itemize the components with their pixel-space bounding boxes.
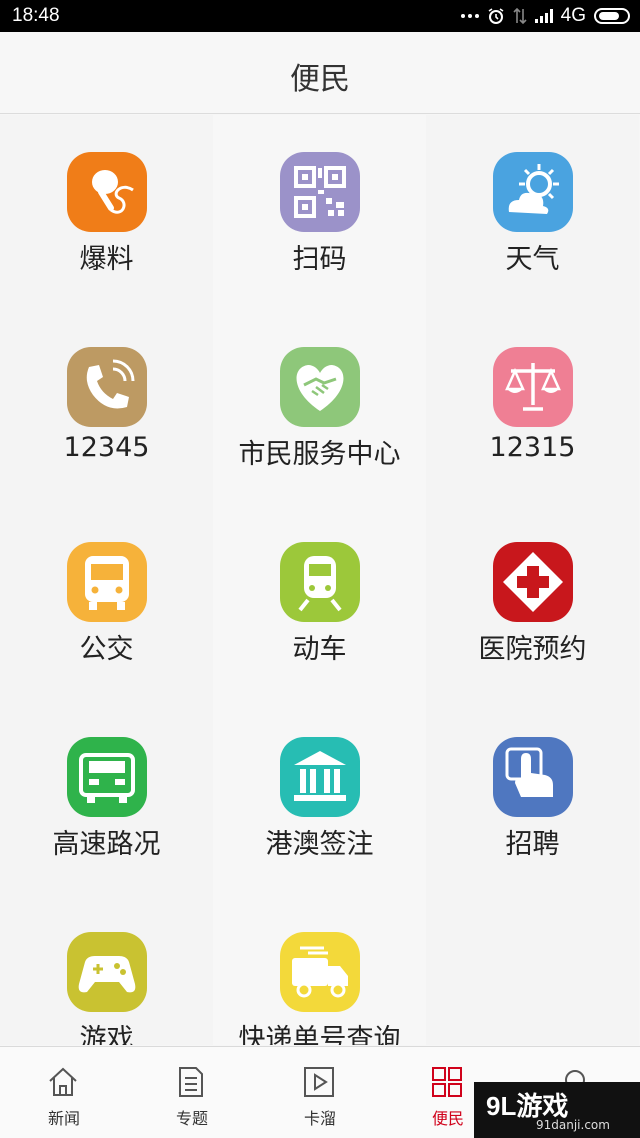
service-item-scan[interactable]: 扫码 [213, 115, 426, 310]
bus-icon [67, 542, 147, 622]
phone-icon [67, 347, 147, 427]
status-bar: 18:48 4G [0, 0, 640, 32]
nav-label: 卡溜 [303, 1109, 336, 1128]
play-icon [304, 1067, 334, 1097]
service-item-12345[interactable]: 12345 [0, 310, 213, 505]
service-grid: 爆料 扫码 天气 12345 市民服务中心 12315 公交 动车 医院预约 高… [0, 115, 640, 1045]
train-icon [280, 542, 360, 622]
service-label: 高速路况 [52, 829, 161, 860]
service-item-12315[interactable]: 12315 [426, 310, 639, 505]
service-item-jobs[interactable]: 招聘 [426, 700, 639, 895]
service-label: 天气 [505, 244, 560, 275]
service-item-express-tracking[interactable]: 快递单号查询 [213, 895, 426, 1045]
service-label: 招聘 [505, 829, 560, 860]
scales-icon [493, 347, 573, 427]
service-item-highway[interactable]: 高速路况 [0, 700, 213, 895]
delivery-truck-icon [280, 932, 360, 1012]
nav-item-topics[interactable]: 专题 [128, 1047, 256, 1138]
nav-label: 专题 [175, 1109, 208, 1128]
service-item-hospital[interactable]: 医院预约 [426, 505, 639, 700]
home-icon [49, 1067, 77, 1096]
service-label: 动车 [292, 634, 347, 665]
service-label: 港澳签注 [265, 829, 374, 860]
service-label: 游戏 [79, 1024, 134, 1045]
weather-sun-cloud-icon [493, 152, 573, 232]
handshake-heart-icon [280, 347, 360, 427]
status-time: 18:48 [12, 5, 60, 26]
service-item-hk-macau-visa[interactable]: 港澳签注 [213, 700, 426, 895]
hospital-cross-icon [493, 542, 573, 622]
alarm-icon [488, 8, 504, 24]
service-item-citizen-center[interactable]: 市民服务中心 [213, 310, 426, 505]
service-label: 12345 [63, 432, 150, 463]
service-item-weather[interactable]: 天气 [426, 115, 639, 310]
service-item-bus[interactable]: 公交 [0, 505, 213, 700]
watermark-logo: 9L游戏 91danji.com [474, 1082, 640, 1138]
service-label: 医院预约 [478, 634, 587, 665]
microphone-icon [67, 152, 147, 232]
gamepad-icon [67, 932, 147, 1012]
battery-icon [594, 8, 630, 24]
qr-code-icon [280, 152, 360, 232]
service-item-games[interactable]: 游戏 [0, 895, 213, 1045]
watermark-sub: 91danji.com [536, 1118, 610, 1132]
document-icon [179, 1067, 203, 1097]
service-label: 公交 [79, 634, 134, 665]
service-item-bullet-train[interactable]: 动车 [213, 505, 426, 700]
nav-label: 新闻 [47, 1109, 80, 1128]
service-label: 市民服务中心 [238, 439, 401, 470]
service-item-baoliao[interactable]: 爆料 [0, 115, 213, 310]
nav-item-news[interactable]: 新闻 [0, 1047, 128, 1138]
nav-item-video[interactable]: 卡溜 [256, 1047, 384, 1138]
pointing-hand-icon [493, 737, 573, 817]
page-header: 便民 [0, 32, 640, 114]
grid-icon [432, 1067, 462, 1097]
service-label: 12315 [489, 432, 576, 463]
service-label: 爆料 [79, 244, 134, 275]
network-type: 4G [560, 5, 586, 26]
government-building-icon [280, 737, 360, 817]
signal-icon [534, 9, 553, 23]
truck-front-icon [67, 737, 147, 817]
data-transfer-icon [513, 7, 527, 25]
service-label: 快递单号查询 [238, 1024, 401, 1045]
page-title: 便民 [290, 62, 350, 97]
status-icons: 4G [460, 4, 630, 28]
service-label: 扫码 [292, 244, 347, 275]
more-dots-icon [460, 14, 479, 18]
